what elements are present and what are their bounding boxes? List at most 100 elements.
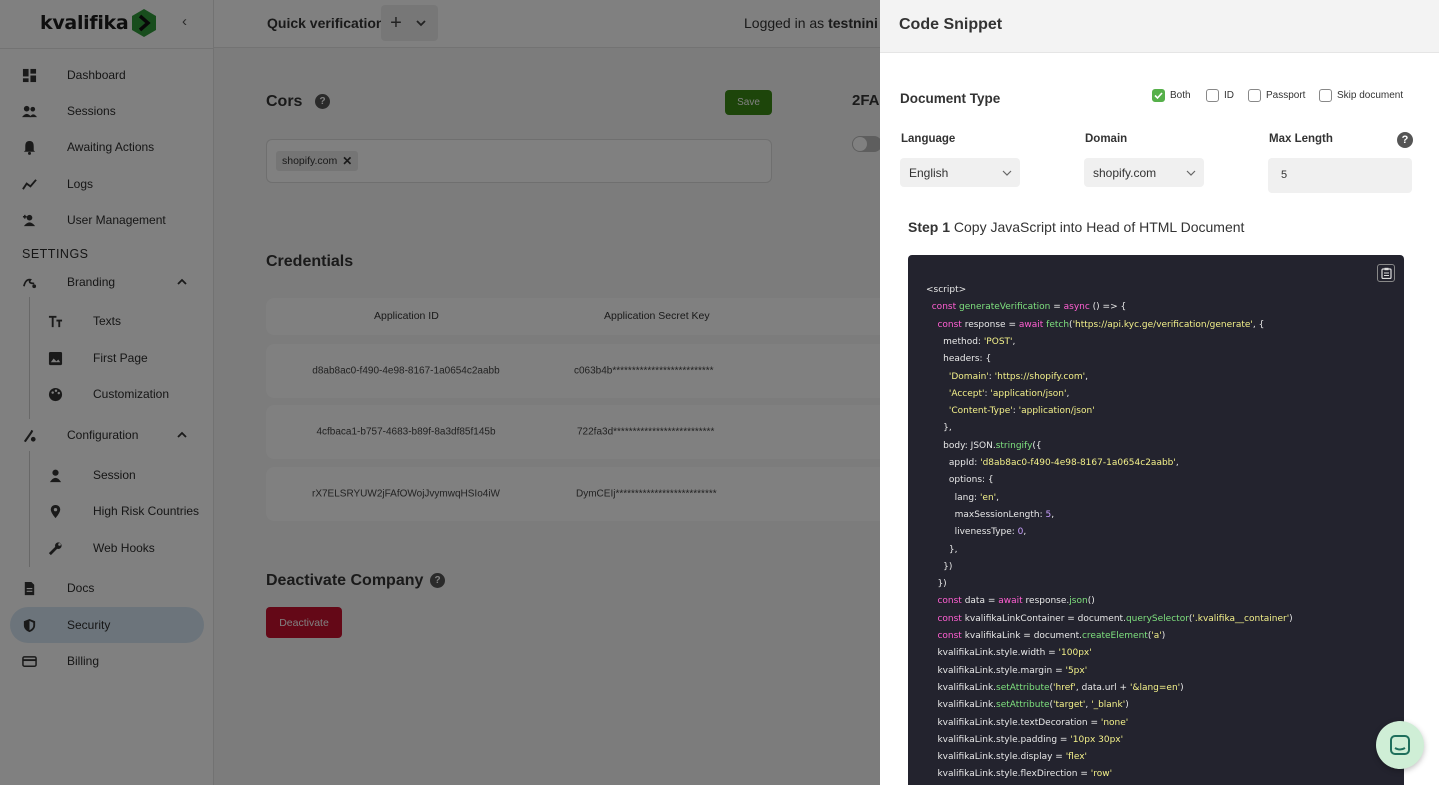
sidebar-item-session[interactable]: Session bbox=[0, 457, 214, 493]
sidebar-item-logs[interactable]: Logs bbox=[0, 166, 214, 202]
table-row: 4cfbaca1-b757-4683-b89f-8a3df85f145b 722… bbox=[266, 405, 926, 459]
code-token: }, bbox=[926, 423, 952, 434]
checkbox-unchecked[interactable] bbox=[1319, 89, 1332, 102]
clipboard-glyph bbox=[1380, 267, 1392, 279]
add-verification-button[interactable]: + bbox=[381, 5, 411, 41]
code-token: , bbox=[1066, 388, 1070, 399]
code-token: const bbox=[937, 631, 962, 641]
sidebar-item-docs[interactable]: Docs bbox=[0, 570, 214, 606]
code-token: data = bbox=[961, 596, 999, 607]
code-token: response = bbox=[961, 319, 1019, 330]
checkbox-checked[interactable] bbox=[1152, 89, 1165, 102]
sidebar: kvalifika ‹ Dashboard Sessions Awaiting … bbox=[0, 0, 214, 785]
chat-widget-button[interactable] bbox=[1376, 721, 1424, 769]
code-token: const bbox=[937, 319, 962, 330]
max-length-label: Max Length bbox=[1269, 133, 1333, 145]
sidebar-item-user-management[interactable]: User Management bbox=[0, 202, 214, 238]
sidebar-item-first-page[interactable]: First Page bbox=[0, 340, 214, 376]
help-icon[interactable]: ? bbox=[315, 94, 330, 109]
help-icon[interactable]: ? bbox=[1397, 132, 1413, 148]
sidebar-item-branding[interactable]: Branding bbox=[0, 264, 214, 300]
code-line: headers: { bbox=[926, 354, 991, 364]
code-token: 'none' bbox=[1100, 717, 1129, 728]
checkbox-both[interactable]: Both bbox=[1152, 89, 1191, 102]
chevron-up-icon[interactable] bbox=[176, 276, 188, 288]
code-block[interactable]: <script> const generateVerification = as… bbox=[908, 255, 1404, 785]
code-line: }, bbox=[926, 545, 958, 555]
checkbox-label: Passport bbox=[1266, 90, 1306, 101]
code-token: 'a' bbox=[1151, 631, 1162, 641]
sidebar-item-security[interactable]: Security bbox=[10, 607, 204, 643]
column-header: Application ID bbox=[374, 310, 439, 322]
sidebar-item-customization[interactable]: Customization bbox=[0, 376, 214, 412]
code-token: setAttribute bbox=[996, 682, 1050, 693]
checkbox-skip-document[interactable]: Skip document bbox=[1319, 89, 1403, 102]
twofa-toggle[interactable] bbox=[852, 136, 882, 152]
sidebar-item-billing[interactable]: Billing bbox=[0, 643, 214, 679]
code-token: , bbox=[1012, 336, 1016, 347]
sidebar-item-label: Sessions bbox=[67, 104, 116, 118]
code-snippet-drawer: Code Snippet Document Type Both ID Passp… bbox=[880, 0, 1439, 785]
table-row: rX7ELSRYUW2jFAfOWojJvymwqHSIo4iW DymCEIj… bbox=[266, 467, 926, 521]
credentials-table-header: Application ID Application Secret Key bbox=[266, 298, 926, 335]
sidebar-item-configuration[interactable]: Configuration bbox=[0, 417, 214, 453]
chevron-down-icon bbox=[1186, 170, 1196, 176]
code-line: const response = await fetch('https://ap… bbox=[926, 320, 1264, 330]
code-token: '100px' bbox=[1058, 648, 1092, 659]
code-token: 'https://api.kyc.ge/verification/generat… bbox=[1072, 319, 1253, 330]
code-line: method: 'POST', bbox=[926, 337, 1015, 347]
domain-select[interactable]: shopify.com bbox=[1084, 158, 1204, 187]
logo[interactable]: kvalifika bbox=[40, 6, 158, 40]
sidebar-item-label: Texts bbox=[93, 314, 122, 328]
chevron-up-icon[interactable] bbox=[176, 429, 188, 441]
max-length-input[interactable]: 5 bbox=[1268, 158, 1412, 193]
sidebar-item-web-hooks[interactable]: Web Hooks bbox=[0, 530, 214, 566]
chevron-down-icon[interactable] bbox=[415, 17, 427, 29]
sidebar-item-awaiting-actions[interactable]: Awaiting Actions bbox=[0, 129, 214, 165]
code-token: kvalifikaLink. bbox=[926, 682, 997, 693]
wrench-icon bbox=[48, 542, 62, 556]
code-token: '&lang=en' bbox=[1129, 682, 1181, 693]
clipboard-icon[interactable] bbox=[1377, 264, 1395, 282]
save-button[interactable]: Save bbox=[725, 90, 772, 115]
close-icon[interactable]: ✕ bbox=[342, 154, 352, 168]
code-token: ) bbox=[1161, 631, 1166, 641]
code-token: , bbox=[1175, 458, 1179, 468]
checkbox-unchecked[interactable] bbox=[1248, 89, 1261, 102]
palette-icon bbox=[48, 387, 63, 402]
code-token: 'row' bbox=[1090, 769, 1113, 780]
language-value: English bbox=[909, 166, 949, 180]
sidebar-item-high-risk-countries[interactable]: High Risk Countries bbox=[0, 493, 214, 529]
twofa-title: 2FA bbox=[852, 92, 880, 109]
code-token: kvalifikaLink.style.flexDirection = bbox=[926, 769, 1091, 780]
sidebar-item-label: User Management bbox=[67, 213, 166, 227]
domain-label: Domain bbox=[1085, 133, 1128, 145]
toggle-knob bbox=[853, 137, 867, 151]
credit-card-icon bbox=[22, 656, 37, 667]
sidebar-item-label: High Risk Countries bbox=[93, 504, 200, 518]
help-icon[interactable]: ? bbox=[430, 573, 445, 588]
chevron-left-icon[interactable]: ‹ bbox=[182, 13, 187, 30]
code-token: createElement bbox=[1081, 631, 1148, 641]
code-token: maxSessionLength: bbox=[926, 509, 1046, 520]
checkbox-id[interactable]: ID bbox=[1206, 89, 1234, 102]
sidebar-item-texts[interactable]: Texts bbox=[0, 303, 214, 339]
code-token: <script> bbox=[926, 285, 967, 295]
code-line: body: JSON.stringify({ bbox=[926, 441, 1042, 451]
sidebar-item-dashboard[interactable]: Dashboard bbox=[0, 57, 214, 93]
code-token: appId: bbox=[926, 458, 981, 468]
shield-icon bbox=[23, 618, 36, 633]
sidebar-item-sessions[interactable]: Sessions bbox=[0, 93, 214, 129]
application-id: 4cfbaca1-b757-4683-b89f-8a3df85f145b bbox=[316, 426, 496, 438]
checkbox-unchecked[interactable] bbox=[1206, 89, 1219, 102]
brush-icon bbox=[23, 278, 37, 289]
sidebar-item-label: Logs bbox=[67, 177, 94, 191]
cors-domains-input[interactable]: shopify.com ✕ bbox=[266, 139, 772, 183]
code-token: setAttribute bbox=[996, 700, 1050, 711]
deactivate-button[interactable]: Deactivate bbox=[266, 607, 342, 638]
code-line: livenessType: 0, bbox=[926, 527, 1027, 537]
language-select[interactable]: English bbox=[900, 158, 1020, 187]
checkbox-passport[interactable]: Passport bbox=[1248, 89, 1305, 102]
sidebar-item-label: Awaiting Actions bbox=[67, 140, 155, 154]
